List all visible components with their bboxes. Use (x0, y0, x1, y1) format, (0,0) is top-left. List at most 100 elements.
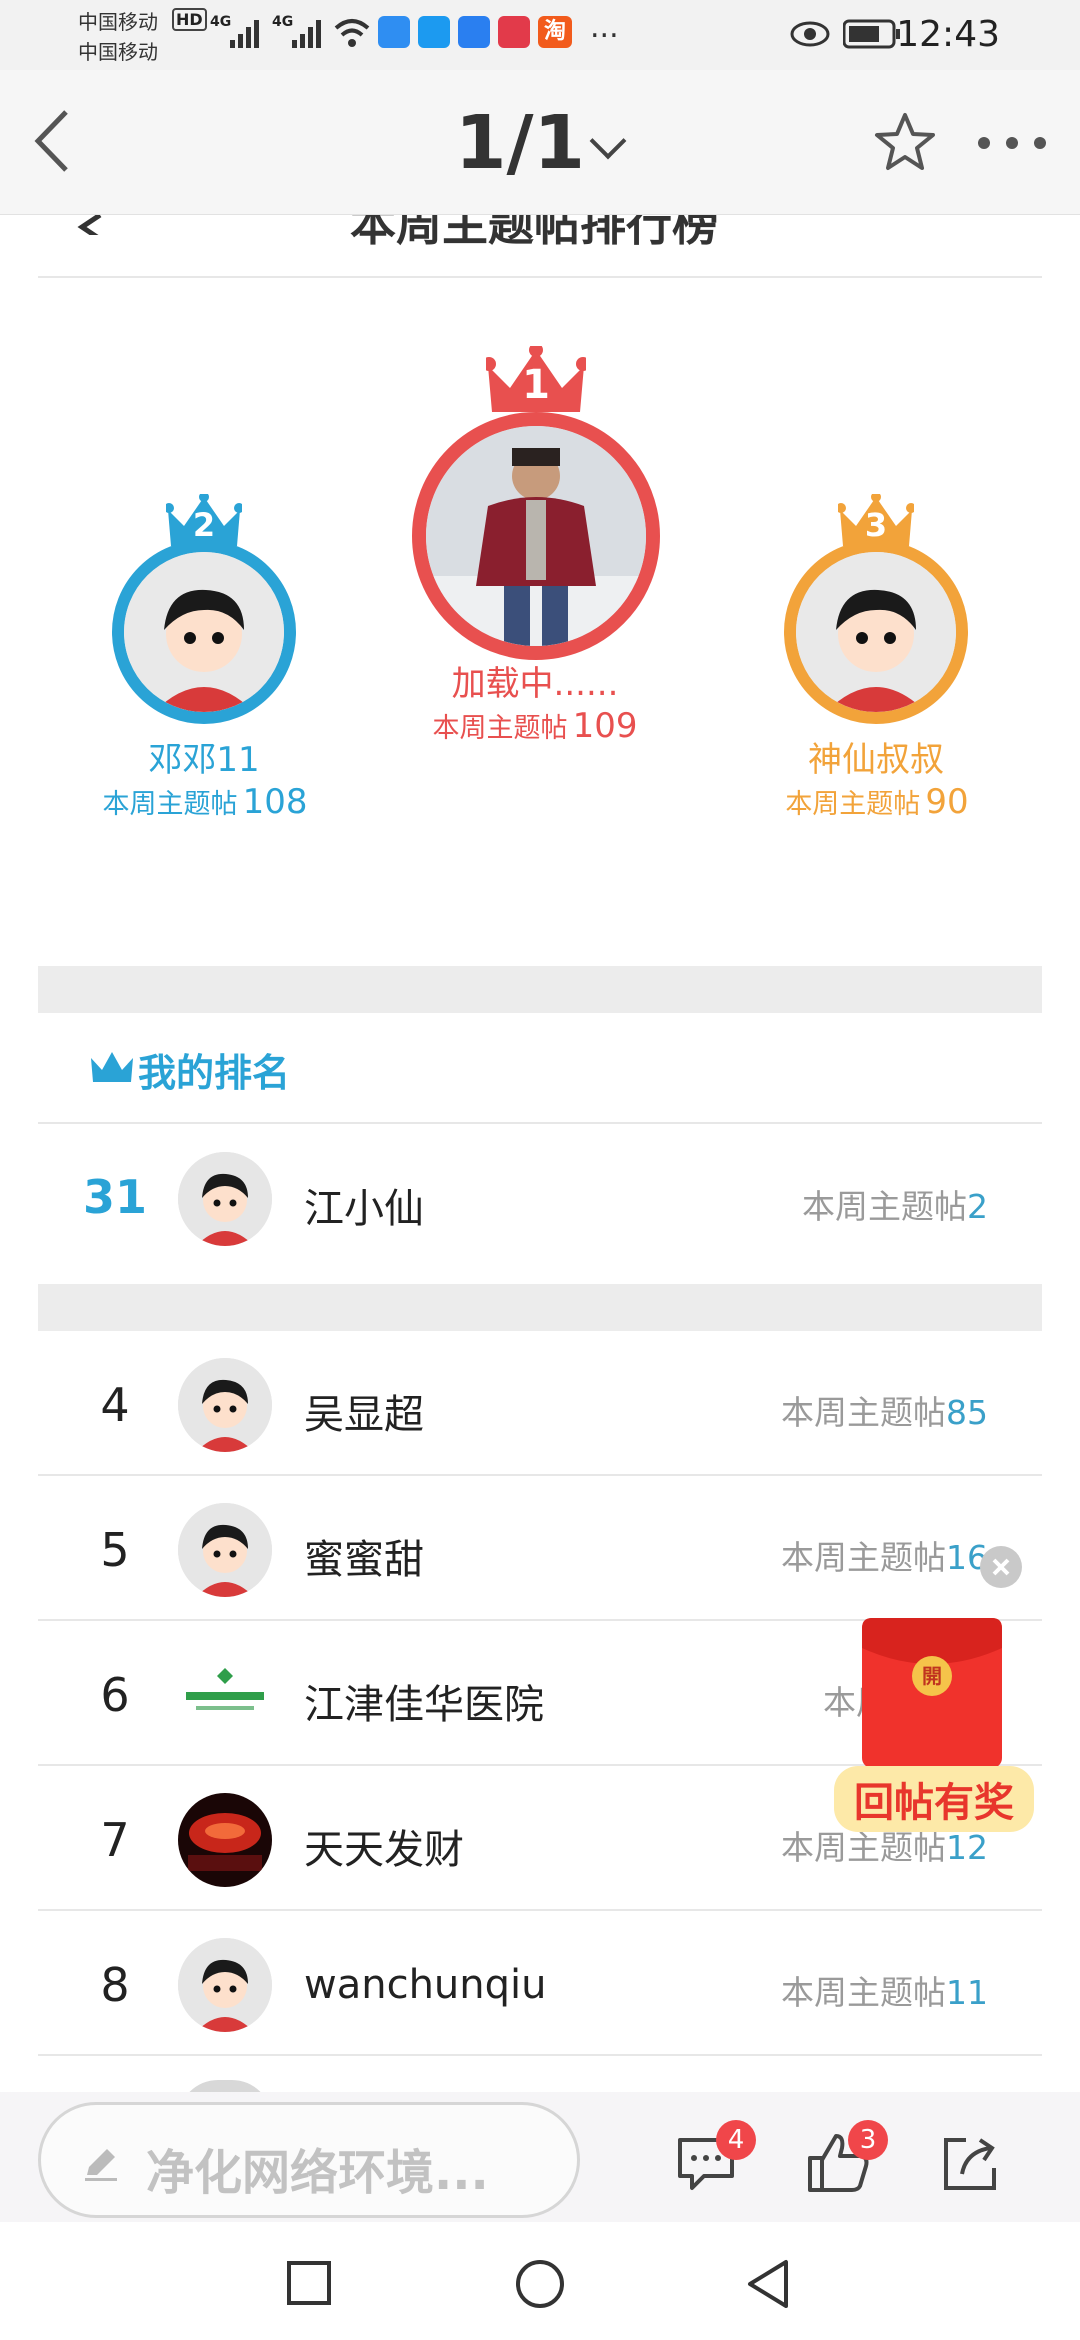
my-username[interactable]: 江小仙 (304, 1176, 424, 1234)
promo-caption[interactable]: 回帖有奖 (834, 1766, 1034, 1832)
stat-value: 108 (242, 782, 308, 822)
rank-number: 6 (100, 1668, 130, 1722)
weekly-topic-stat: 本周主题帖 109 (380, 706, 690, 746)
avatar[interactable] (112, 540, 296, 724)
avatar[interactable] (178, 1793, 272, 1887)
back-icon[interactable] (30, 108, 74, 174)
clock: 12:43 (896, 14, 1000, 55)
envelope-open-button[interactable]: 開 (912, 1656, 952, 1696)
stat-value: 11 (946, 1973, 988, 2012)
stat-label: 本周主题帖 (802, 1187, 967, 1226)
crown-icon (91, 1052, 133, 1082)
heart-app-icon (498, 16, 530, 48)
default-avatar-icon (178, 1152, 272, 1246)
podium-username[interactable]: 加载中...... (400, 656, 670, 705)
avatar[interactable] (178, 1503, 272, 1597)
username[interactable]: 蜜蜜甜 (304, 1527, 424, 1585)
default-avatar-icon (178, 1503, 272, 1597)
my-rank-number: 31 (82, 1170, 147, 1224)
carrier-name-secondary: 中国移动 (78, 40, 158, 64)
search-app-icon (418, 16, 450, 48)
comment-placeholder: 净化网络环境... (146, 2145, 489, 2201)
user-photo (426, 426, 646, 646)
status-bar: 中国移动 HD 中国移动 4G 4G 淘 ... 12:43 (0, 0, 1080, 70)
red-envelope-icon[interactable]: 開 (862, 1618, 1002, 1768)
avatar[interactable] (412, 412, 660, 660)
eye-comfort-icon (790, 21, 830, 47)
rank-number: 3 (864, 506, 888, 544)
taobao-app-icon: 淘 (538, 16, 572, 48)
rank-number: 7 (100, 1813, 130, 1867)
page-indicator[interactable]: 1/1 (455, 100, 585, 186)
close-icon[interactable] (980, 1546, 1022, 1588)
bulb-app-icon (458, 16, 490, 48)
username[interactable]: 江津佳华医院 (304, 1672, 544, 1730)
ranking-title-strip: 本周主题帖排行榜 (0, 215, 1080, 275)
username[interactable]: 天天发财 (304, 1817, 464, 1875)
avatar[interactable] (784, 540, 968, 724)
battery-icon (843, 19, 900, 49)
weekly-topic-stat: 本周主题帖 108 (50, 782, 360, 822)
default-avatar-icon (178, 1358, 272, 1452)
weekly-topic-stat: 本周主题帖85 (781, 1386, 988, 1434)
home-icon[interactable] (514, 2258, 566, 2310)
stat-value: 2 (967, 1187, 988, 1226)
section-separator (38, 966, 1042, 1013)
weekly-topic-stat: 本周主题帖16 (781, 1531, 988, 1579)
hospital-logo-icon (178, 1648, 272, 1742)
default-avatar-icon (124, 552, 284, 712)
avatar[interactable] (178, 1358, 272, 1452)
stat-label: 本周主题帖 (102, 789, 238, 820)
signal-strength-icon (292, 20, 321, 48)
top-navigation-bar: 1/1 (0, 70, 1080, 215)
comment-toolbar: 净化网络环境... 4 3 (0, 2092, 1080, 2222)
username[interactable]: wanchunqiu (304, 1962, 546, 2008)
stat-label: 本周主题帖 (432, 713, 568, 744)
stat-label: 本周主题帖 (781, 1973, 946, 2012)
rank-number: 4 (100, 1378, 130, 1432)
rank-number: 8 (100, 1958, 130, 2012)
rank-number: 2 (192, 506, 216, 544)
weekly-topic-stat: 本周主题帖2 (802, 1180, 988, 1228)
divider (38, 2054, 1042, 2056)
section-separator (38, 1284, 1042, 1331)
weekly-topic-stat: 本周主题帖 90 (722, 782, 1032, 822)
avatar[interactable] (178, 1152, 272, 1246)
weekly-topic-stat: 本周主题帖11 (781, 1966, 988, 2014)
stat-value: 12 (946, 1828, 988, 1867)
rank-number: 5 (100, 1523, 130, 1577)
pencil-icon (85, 2149, 117, 2181)
my-rank-heading: 我的排名 (138, 1051, 291, 1095)
stat-label: 本周主题帖 (781, 1538, 946, 1577)
rank-number: 1 (522, 362, 550, 408)
avatar[interactable] (178, 1648, 272, 1742)
more-options-icon[interactable] (976, 136, 1048, 150)
more-notifications-icon: ... (590, 10, 619, 45)
system-navigation-bar (0, 2222, 1080, 2340)
default-avatar-icon (796, 552, 956, 712)
stat-label: 本周主题帖 (781, 1393, 946, 1432)
stat-label: 本周主题帖 (781, 1828, 946, 1867)
comments-count-badge: 4 (716, 2120, 756, 2160)
avatar[interactable] (178, 1938, 272, 2032)
share-icon[interactable] (940, 2134, 1000, 2194)
inner-back-icon[interactable] (74, 215, 104, 235)
username[interactable]: 吴显超 (304, 1382, 424, 1440)
user-photo (178, 1793, 272, 1887)
podium-username[interactable]: 神仙叔叔 (736, 732, 1016, 781)
stat-value: 109 (572, 706, 638, 746)
cloud-app-icon (378, 16, 410, 48)
recent-apps-icon[interactable] (286, 2260, 332, 2306)
signal-strength-icon (230, 20, 259, 48)
stat-value: 90 (925, 782, 969, 822)
podium-username[interactable]: 邓邓11 (64, 732, 344, 781)
comment-input[interactable]: 净化网络环境... (38, 2102, 580, 2218)
ranking-page-title: 本周主题帖排行榜 (350, 215, 718, 251)
carrier-name-primary: 中国移动 (78, 10, 158, 34)
likes-count-badge: 3 (848, 2120, 888, 2160)
chevron-down-icon[interactable] (589, 122, 627, 160)
star-icon[interactable] (874, 112, 936, 172)
system-back-icon[interactable] (744, 2258, 792, 2310)
stat-value: 85 (946, 1393, 988, 1432)
hd-badge: HD (172, 8, 207, 31)
